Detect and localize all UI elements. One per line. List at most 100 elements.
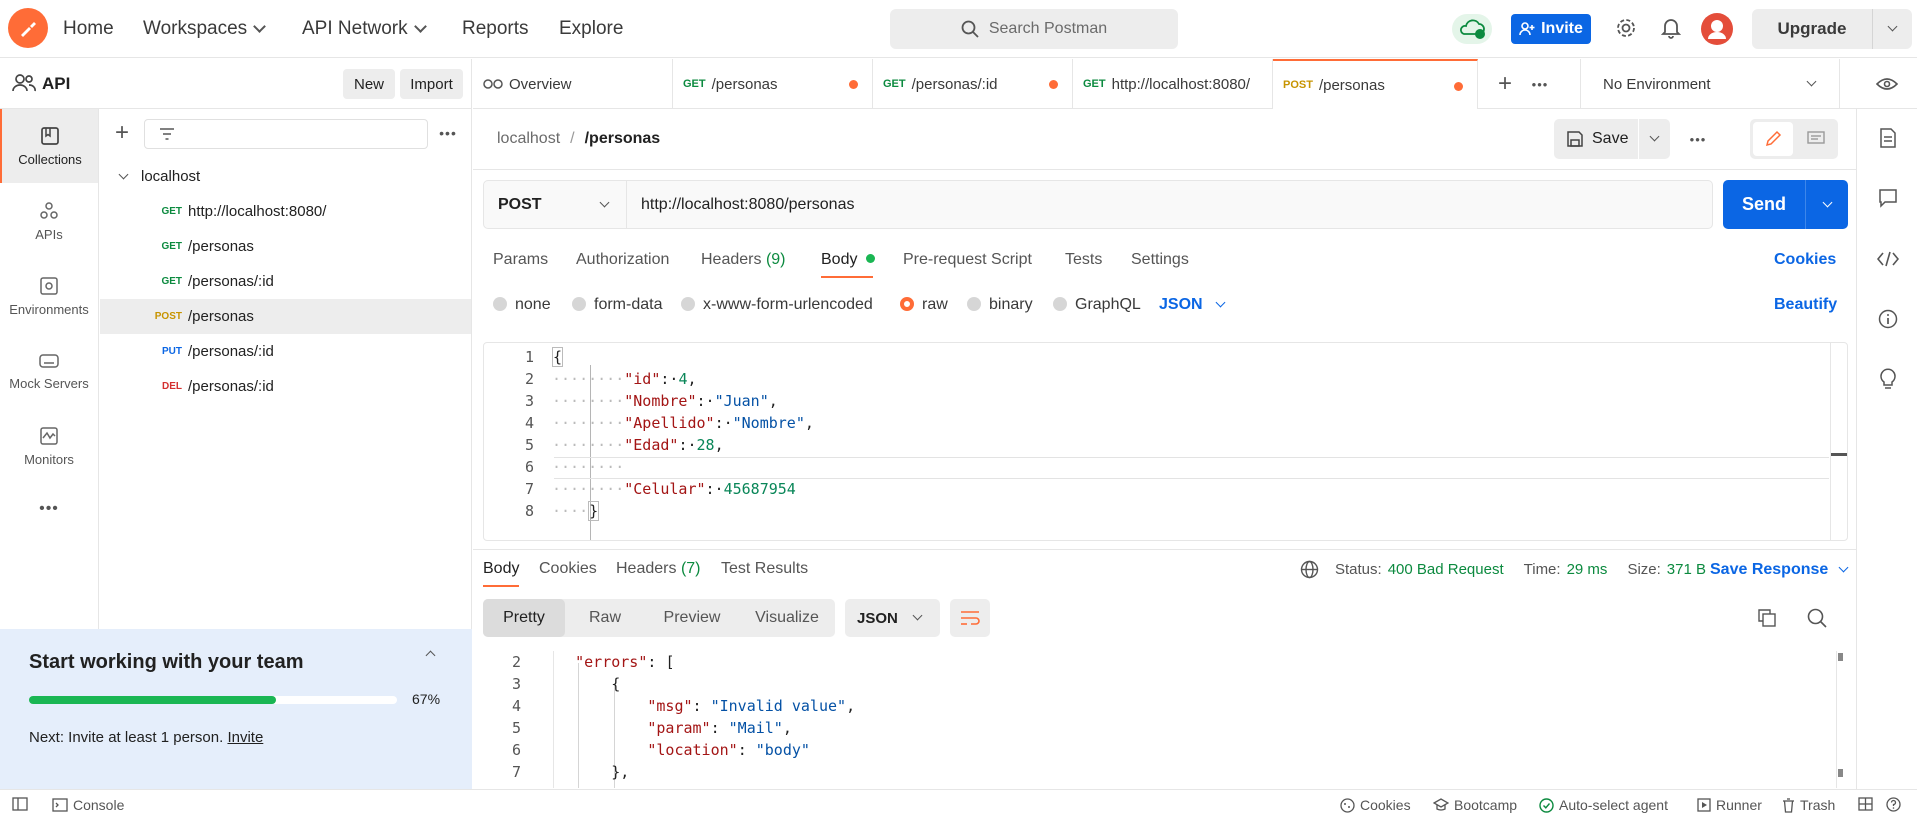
tree-more-icon[interactable]: •••: [436, 123, 460, 143]
globe-icon[interactable]: [1300, 560, 1319, 579]
cookies-button[interactable]: Cookies: [1340, 797, 1411, 813]
sidebar-item-environments[interactable]: Environments: [0, 259, 98, 333]
notifications-bell-icon[interactable]: [1658, 15, 1684, 41]
new-button[interactable]: New: [343, 69, 395, 99]
tabs-more-icon[interactable]: •••: [1528, 74, 1552, 94]
info-icon[interactable]: [1876, 307, 1900, 331]
radio-form-data[interactable]: form-data: [572, 296, 662, 314]
response-scrollbar-thumb-top[interactable]: [1838, 653, 1843, 661]
auto-select-agent-button[interactable]: Auto-select agent: [1539, 797, 1668, 813]
filter-input[interactable]: [144, 119, 428, 149]
radio-urlencoded[interactable]: x-www-form-urlencoded: [681, 296, 873, 314]
tab-params[interactable]: Params: [493, 251, 548, 269]
nav-reports[interactable]: Reports: [462, 18, 529, 40]
settings-gear-icon[interactable]: [1613, 15, 1639, 41]
edit-mode-pencil-icon[interactable]: [1753, 122, 1793, 156]
postman-logo-icon[interactable]: [8, 8, 48, 48]
wrap-lines-icon[interactable]: [950, 599, 990, 637]
collection-localhost[interactable]: localhost: [100, 159, 471, 194]
send-button[interactable]: Send: [1723, 180, 1848, 229]
method-select[interactable]: POST: [484, 181, 627, 228]
sidebar-item-apis[interactable]: APIs: [0, 184, 98, 258]
radio-raw[interactable]: raw: [900, 296, 948, 314]
bootcamp-button[interactable]: Bootcamp: [1433, 797, 1517, 813]
beautify-link[interactable]: Beautify: [1774, 296, 1837, 314]
tree-item[interactable]: GET /personas/:id: [100, 264, 471, 299]
tab-get-persona-id[interactable]: GET /personas/:id: [873, 59, 1073, 109]
search-response-icon[interactable]: [1806, 607, 1828, 629]
tab-get-personas[interactable]: GET /personas: [673, 59, 873, 109]
import-button[interactable]: Import: [400, 69, 463, 99]
user-avatar[interactable]: [1701, 13, 1733, 45]
response-body-viewer[interactable]: 2 "errors": [ 3 { 4 "msg": "Invalid valu…: [473, 651, 1856, 788]
view-pretty[interactable]: Pretty: [483, 599, 565, 637]
nav-explore[interactable]: Explore: [559, 18, 623, 40]
editor-scrollbar-thumb[interactable]: [1831, 453, 1847, 456]
nav-workspaces[interactable]: Workspaces: [143, 18, 267, 40]
body-format-select[interactable]: JSON: [1159, 296, 1226, 314]
request-body-editor[interactable]: 1{ 2 ········ "id":· 4, 3 ········ "Nombre":·…: [483, 342, 1848, 541]
console-button[interactable]: Console: [52, 797, 124, 813]
runner-button[interactable]: Runner: [1697, 797, 1762, 813]
upgrade-button[interactable]: Upgrade: [1752, 9, 1912, 49]
nav-home[interactable]: Home: [63, 18, 114, 40]
tab-prerequest-script[interactable]: Pre-request Script: [903, 251, 1032, 269]
search-input[interactable]: Search Postman: [890, 9, 1178, 49]
time-value[interactable]: 29 ms: [1567, 561, 1608, 578]
invite-link[interactable]: Invite: [227, 729, 263, 746]
view-preview[interactable]: Preview: [645, 599, 739, 637]
radio-none[interactable]: none: [493, 296, 551, 314]
view-visualize[interactable]: Visualize: [739, 599, 835, 637]
upgrade-dropdown[interactable]: [1873, 21, 1912, 32]
sidebar-more-button[interactable]: •••: [0, 484, 98, 534]
response-tab-body[interactable]: Body: [483, 560, 519, 578]
radio-binary[interactable]: binary: [967, 296, 1033, 314]
sidebar-item-collections[interactable]: Collections: [0, 109, 98, 183]
tree-item[interactable]: DEL /personas/:id: [100, 369, 471, 404]
new-tab-plus-icon[interactable]: +: [1493, 70, 1517, 97]
tab-body[interactable]: Body: [821, 251, 875, 269]
lightbulb-icon[interactable]: [1876, 366, 1900, 390]
tree-item[interactable]: PUT /personas/:id: [100, 334, 471, 369]
status-value[interactable]: 400 Bad Request: [1388, 561, 1504, 578]
save-button[interactable]: Save: [1554, 119, 1670, 159]
tab-headers[interactable]: Headers (9): [701, 251, 786, 269]
layout-toggle-icon[interactable]: [1858, 797, 1873, 811]
size-value[interactable]: 371 B: [1667, 561, 1706, 578]
tab-settings[interactable]: Settings: [1131, 251, 1189, 269]
sidebar-item-monitors[interactable]: Monitors: [0, 409, 98, 483]
tree-item-selected[interactable]: POST /personas: [100, 299, 471, 334]
tab-authorization[interactable]: Authorization: [576, 251, 669, 269]
response-scrollbar-thumb-bottom[interactable]: [1838, 769, 1843, 777]
response-tab-cookies[interactable]: Cookies: [539, 560, 597, 578]
code-snippet-icon[interactable]: [1876, 247, 1900, 271]
save-response-button[interactable]: Save Response: [1710, 561, 1849, 579]
send-dropdown[interactable]: [1806, 197, 1848, 207]
comment-mode-icon[interactable]: [1796, 122, 1836, 156]
documentation-icon[interactable]: [1876, 126, 1900, 150]
view-raw[interactable]: Raw: [565, 599, 645, 637]
sidebar-item-mock-servers[interactable]: Mock Servers: [0, 334, 98, 408]
add-collection-plus-icon[interactable]: +: [112, 119, 132, 146]
invite-button[interactable]: Invite: [1511, 14, 1591, 44]
save-dropdown[interactable]: [1639, 131, 1670, 142]
sync-status-icon[interactable]: [1452, 14, 1492, 44]
nav-api-network[interactable]: API Network: [302, 18, 427, 40]
environment-select[interactable]: No Environment: [1580, 59, 1840, 109]
comments-icon[interactable]: [1876, 186, 1900, 210]
breadcrumb-parent[interactable]: localhost: [497, 130, 560, 148]
help-icon[interactable]: [1886, 797, 1901, 812]
tree-item[interactable]: GET http://localhost:8080/: [100, 194, 471, 229]
radio-graphql[interactable]: GraphQL: [1053, 296, 1141, 314]
url-input[interactable]: http://localhost:8080/personas: [641, 196, 854, 214]
response-format-select[interactable]: JSON: [845, 599, 940, 637]
response-tab-headers[interactable]: Headers (7): [616, 560, 701, 578]
toggle-sidebar-icon[interactable]: [12, 797, 28, 811]
tab-tests[interactable]: Tests: [1065, 251, 1102, 269]
copy-icon[interactable]: [1756, 607, 1778, 629]
response-tab-test-results[interactable]: Test Results: [721, 560, 808, 578]
trash-button[interactable]: Trash: [1782, 797, 1835, 813]
cookies-link[interactable]: Cookies: [1774, 251, 1836, 269]
environment-quick-look-eye-icon[interactable]: [1875, 72, 1899, 96]
tab-overview[interactable]: Overview: [473, 59, 673, 109]
